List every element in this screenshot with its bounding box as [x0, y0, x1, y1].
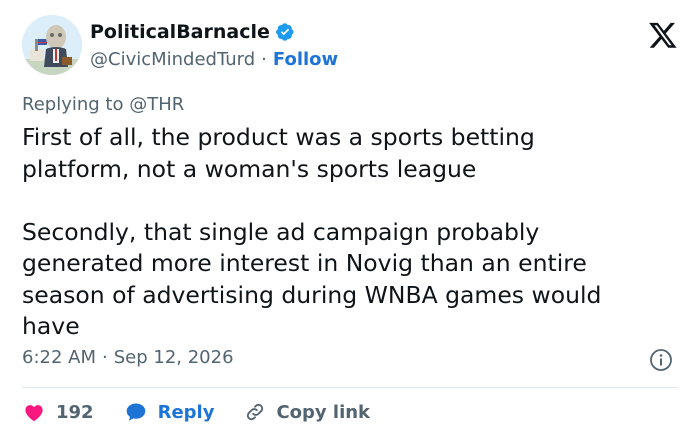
avatar-image	[22, 15, 82, 75]
action-bar: 192 Reply Copy link	[22, 400, 400, 424]
like-button[interactable]: 192	[22, 400, 94, 424]
replying-to: Replying to @THR	[22, 94, 184, 115]
author-name-row: PoliticalBarnacle	[90, 21, 295, 43]
reply-label: Reply	[157, 401, 215, 423]
verified-badge-icon	[275, 23, 294, 41]
heart-icon	[25, 405, 43, 422]
link-icon	[247, 403, 264, 421]
copy-link-button[interactable]: Copy link	[244, 401, 370, 423]
tweet-text: First of all, the product was a sports b…	[22, 122, 672, 343]
like-count: 192	[56, 401, 94, 423]
text-line: have	[22, 312, 80, 340]
text-line: Secondly, that single ad campaign probab…	[22, 217, 540, 246]
reply-bubble-icon	[126, 403, 145, 421]
replying-to-handle[interactable]: @THR	[129, 94, 184, 115]
copy-link-label: Copy link	[276, 401, 371, 423]
tweet-card: PoliticalBarnacle @CivicMindedTurd · Fol…	[0, 0, 700, 440]
replying-to-prefix: Replying to	[22, 94, 124, 115]
separator-dot: ·	[261, 49, 267, 70]
follow-button[interactable]: Follow	[273, 49, 338, 70]
text-line: First of all, the product was a sports b…	[22, 123, 535, 151]
avatar[interactable]	[22, 15, 82, 75]
divider	[22, 387, 678, 388]
timestamp-separator: ·	[102, 347, 108, 368]
text-line: generated more interest in Novig than an…	[22, 249, 587, 277]
author-handle[interactable]: @CivicMindedTurd	[90, 49, 255, 70]
timestamp[interactable]: 6:22 AM · Sep 12, 2026	[22, 347, 234, 368]
tweet-date: Sep 12, 2026	[113, 347, 234, 368]
reply-button[interactable]: Reply	[124, 400, 215, 424]
text-line: season of advertising during WNBA games …	[22, 280, 602, 309]
tweet-time: 6:22 AM	[22, 347, 96, 368]
info-icon[interactable]	[649, 348, 673, 372]
author-handle-row: @CivicMindedTurd · Follow	[90, 49, 338, 70]
author-display-name[interactable]: PoliticalBarnacle	[90, 21, 270, 43]
text-line: platform, not a woman's sports league	[22, 154, 477, 183]
x-logo-icon[interactable]	[648, 20, 678, 50]
